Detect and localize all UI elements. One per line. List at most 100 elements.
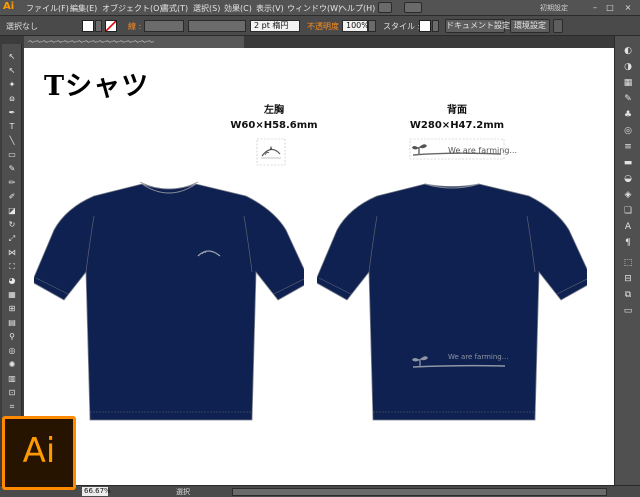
rectangle-tool-icon[interactable]: ▭ [5, 150, 19, 160]
paintbrush-tool-icon[interactable]: ✎ [5, 164, 19, 174]
perspective-grid-tool-icon[interactable]: ▦ [5, 290, 19, 300]
arrange-documents-button[interactable] [404, 2, 422, 13]
back-print-text: We are farming... [448, 353, 509, 361]
selection-tool-icon[interactable]: ↖ [5, 52, 19, 62]
document-setup-button[interactable]: ドキュメント設定 [445, 19, 510, 33]
line-tool-icon[interactable]: ╲ [5, 136, 19, 146]
brush-definition-field[interactable]: 2 pt 楕円 [250, 20, 300, 32]
style-label: スタイル : [383, 22, 421, 31]
swatches-panel-icon[interactable]: ▦ [622, 78, 634, 88]
tshirt-front [34, 181, 304, 421]
variable-width-dropdown[interactable] [188, 20, 246, 32]
back-logo-text: We are farming... [448, 146, 518, 155]
pathfinder-panel-icon[interactable]: ⧉ [622, 290, 634, 300]
magic-wand-tool-icon[interactable]: ✦ [5, 80, 19, 90]
illustrator-badge-text: Ai [22, 431, 56, 471]
rotate-tool-icon[interactable]: ↻ [5, 220, 19, 230]
transform-panel-icon[interactable]: ⬚ [622, 258, 634, 268]
minimize-icon[interactable]: – [589, 2, 601, 13]
app-logo: Ai [3, 1, 15, 12]
eraser-tool-icon[interactable]: ◪ [5, 206, 19, 216]
shape-builder-tool-icon[interactable]: ◕ [5, 276, 19, 286]
transparency-panel-icon[interactable]: ◒ [622, 174, 634, 184]
document-tab-bar: ～～～～～～～～～～～～～～～～～～ [24, 36, 614, 48]
align-button[interactable] [553, 19, 563, 33]
none-slash-icon [106, 21, 116, 31]
opacity-label[interactable]: 不透明度 [307, 21, 339, 32]
menu-help[interactable]: ヘルプ(H) [339, 3, 375, 14]
status-text: 選択 [176, 488, 190, 496]
artboard[interactable]: Tシャツ 左胸 W60×H58.6mm 背面 W280×H47.2mm We a… [24, 48, 614, 485]
status-bar: 66.67% 選択 [0, 485, 640, 497]
tshirt-back [317, 183, 587, 421]
graphic-styles-icon[interactable]: ◎ [622, 126, 634, 136]
artboard-tool-icon[interactable]: ⊡ [5, 388, 19, 398]
style-swatch[interactable] [419, 20, 431, 32]
illustrator-badge: Ai [2, 416, 76, 490]
blob-brush-tool-icon[interactable]: ✐ [5, 192, 19, 202]
stroke-swatch[interactable] [105, 20, 117, 32]
opacity-field[interactable]: 100% [342, 20, 369, 32]
stroke-panel-icon[interactable]: ≡ [622, 142, 634, 152]
character-panel-icon[interactable]: A [622, 222, 634, 232]
preferences-button[interactable]: 環境設定 [510, 19, 550, 33]
menu-bar: Ai ファイル(F) 編集(E) オブジェクト(O) 書式(T) 選択(S) 効… [0, 0, 640, 16]
panel-dock: ◐ ◑ ▦ ✎ ♣ ◎ ≡ ▬ ◒ ◈ ❏ A ¶ ⬚ ⊟ ⧉ ▭ [614, 36, 640, 485]
left-chest-label: 左胸 [264, 105, 284, 116]
type-tool-icon[interactable]: T [5, 122, 19, 132]
opacity-dropdown[interactable] [368, 20, 376, 32]
mesh-tool-icon[interactable]: ⊞ [5, 304, 19, 314]
lasso-tool-icon[interactable]: ɷ [5, 94, 19, 104]
align-panel-icon[interactable]: ⊟ [622, 274, 634, 284]
menu-effect[interactable]: 効果(C) [224, 3, 252, 14]
menu-object[interactable]: オブジェクト(O) [102, 3, 163, 14]
horizontal-scrollbar[interactable] [232, 488, 607, 496]
fill-dropdown[interactable] [95, 20, 102, 32]
color-panel-icon[interactable]: ◐ [622, 46, 634, 56]
artboard-title: Tシャツ [44, 71, 150, 102]
left-chest-size: W60×H58.6mm [230, 120, 318, 131]
fill-swatch[interactable] [82, 20, 94, 32]
close-icon[interactable]: × [622, 2, 634, 13]
bridge-button[interactable] [378, 2, 392, 13]
maximize-icon[interactable]: □ [604, 2, 616, 13]
pencil-tool-icon[interactable]: ✏ [5, 178, 19, 188]
paragraph-panel-icon[interactable]: ¶ [622, 238, 634, 248]
gradient-panel-icon[interactable]: ▬ [622, 158, 634, 168]
document-tab-label: ～～～～～～～～～～～～～～～～～～ [28, 38, 154, 46]
symbol-sprayer-tool-icon[interactable]: ✺ [5, 360, 19, 370]
selection-status: 選択なし [6, 22, 38, 31]
artboards-panel-icon[interactable]: ▭ [622, 306, 634, 316]
zoom-field[interactable]: 66.67% [82, 487, 111, 496]
eyedropper-tool-icon[interactable]: ⚲ [5, 332, 19, 342]
layers-panel-icon[interactable]: ❏ [622, 206, 634, 216]
menu-select[interactable]: 選択(S) [193, 3, 220, 14]
menu-view[interactable]: 表示(V) [256, 3, 284, 14]
direct-selection-tool-icon[interactable]: ↖ [5, 66, 19, 76]
stroke-label[interactable]: 線 : [128, 21, 141, 32]
slice-tool-icon[interactable]: ⌗ [5, 402, 19, 412]
appearance-panel-icon[interactable]: ◈ [622, 190, 634, 200]
scale-tool-icon[interactable]: ⤢ [5, 234, 19, 244]
back-size: W280×H47.2mm [409, 120, 505, 131]
pen-tool-icon[interactable]: ✒ [5, 108, 19, 118]
graph-tool-icon[interactable]: ▥ [5, 374, 19, 384]
menu-window[interactable]: ウィンドウ(W) [287, 3, 341, 14]
menu-edit[interactable]: 編集(E) [70, 3, 97, 14]
menu-file[interactable]: ファイル(F) [26, 3, 69, 14]
menu-type[interactable]: 書式(T) [161, 3, 188, 14]
symbols-panel-icon[interactable]: ♣ [622, 110, 634, 120]
stroke-weight-dropdown[interactable] [144, 20, 184, 32]
document-tab[interactable]: ～～～～～～～～～～～～～～～～～～ [24, 36, 244, 48]
style-dropdown[interactable] [432, 20, 439, 32]
width-tool-icon[interactable]: ⋈ [5, 248, 19, 258]
control-bar: 選択なし 線 : 2 pt 楕円 不透明度 100% スタイル : ドキュメント… [0, 16, 640, 36]
gradient-tool-icon[interactable]: ▤ [5, 318, 19, 328]
brushes-panel-icon[interactable]: ✎ [622, 94, 634, 104]
blend-tool-icon[interactable]: ◎ [5, 346, 19, 356]
back-label: 背面 [447, 105, 467, 116]
free-transform-tool-icon[interactable]: ⛶ [5, 262, 19, 272]
workspace-switcher[interactable]: 初期設定 [540, 3, 568, 13]
left-chest-logo-preview [256, 138, 286, 166]
color-guide-icon[interactable]: ◑ [622, 62, 634, 72]
